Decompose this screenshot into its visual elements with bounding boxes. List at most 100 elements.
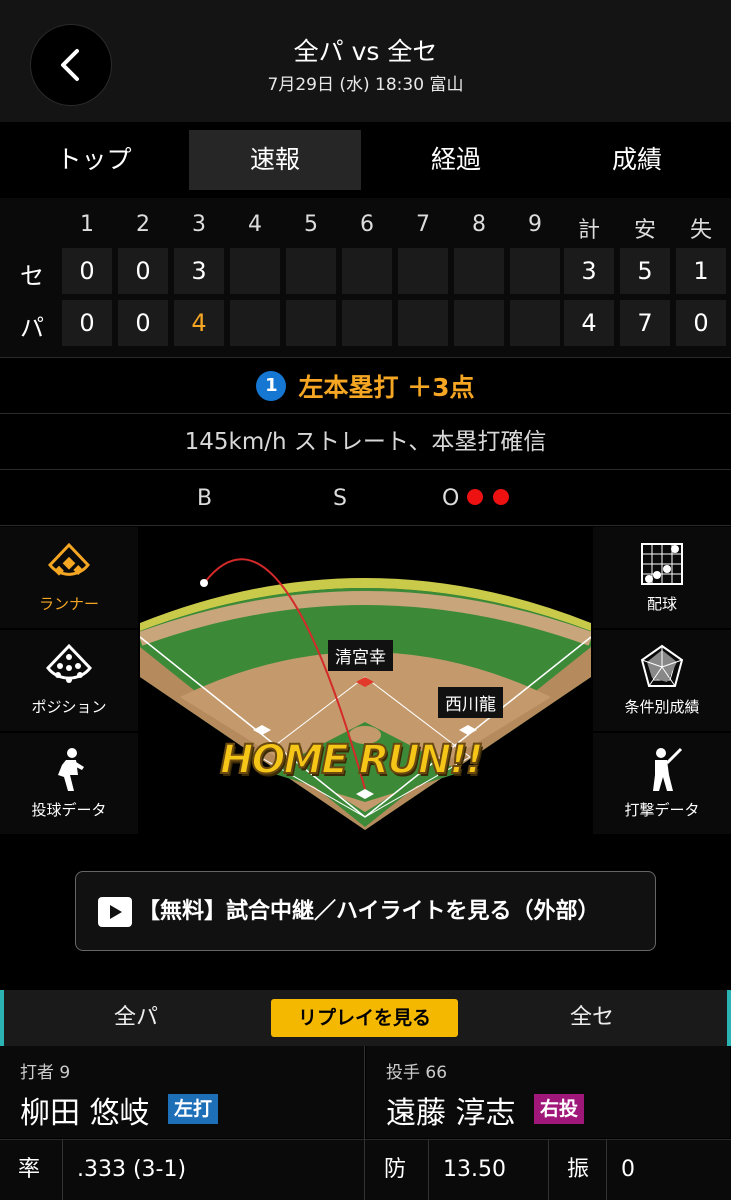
pitcher-so-value: 0 <box>606 1139 731 1200</box>
scoreboard-column-header: 2 <box>136 212 150 237</box>
scoreboard-cell: 0 <box>676 300 726 346</box>
game-header: 全パ vs 全セ 7月29日 (水) 18:30 富山 <box>0 0 731 122</box>
ball-label: B <box>197 486 213 511</box>
team-edge-right <box>727 990 731 1046</box>
scoreboard-cell: 0 <box>118 300 168 346</box>
scoreboard-column-header: 3 <box>192 212 206 237</box>
scoreboard-cell <box>454 248 504 294</box>
home-run-banner: HOME RUN!! <box>219 736 485 784</box>
watch-video-label: 【無料】試合中継／ハイライトを見る（外部） <box>138 899 600 924</box>
out-label: O <box>442 486 460 511</box>
scoreboard-cell <box>342 300 392 346</box>
scoreboard-column-header: 5 <box>304 212 318 237</box>
menu-split-stats-label: 条件別成績 <box>624 698 700 716</box>
scoreboard-cell <box>510 248 560 294</box>
scoreboard-column-header: 計 <box>577 218 600 243</box>
batter-stat-label: 率 <box>18 1157 41 1182</box>
tab-stats[interactable]: 成績 <box>551 130 723 190</box>
play-number-badge: 1 <box>256 371 287 401</box>
menu-position[interactable]: ポジション <box>0 630 138 731</box>
fielder-label: 清宮幸 <box>328 640 393 671</box>
baseball-field: 清宮幸 西川龍 HOME RUN!! <box>140 527 591 830</box>
menu-position-label: ポジション <box>31 698 107 716</box>
play-result: 1 左本塁打 ＋3点 <box>0 358 731 414</box>
play-description: 左本塁打 ＋3点 <box>298 373 475 402</box>
tab-progress[interactable]: 経過 <box>370 130 542 190</box>
batter-position: 打者 9 <box>20 1063 71 1083</box>
batter-name: 柳田 悠岐 <box>20 1096 150 1131</box>
scoreboard-cell: 1 <box>676 248 726 294</box>
pitcher-era-label: 防 <box>384 1157 407 1182</box>
menu-pitching-label: 投球データ <box>31 801 107 819</box>
position-field-icon <box>46 643 92 683</box>
team-ce-label[interactable]: 全セ <box>570 990 614 1046</box>
fielder-label: 西川龍 <box>438 687 503 718</box>
out-dot <box>493 489 509 505</box>
batter-panel[interactable]: 打者 9 柳田 悠岐 左打 <box>0 1046 364 1138</box>
team-pa-label[interactable]: 全パ <box>114 990 158 1046</box>
scoreboard-cell: 0 <box>118 248 168 294</box>
scoreboard-cell: 0 <box>62 248 112 294</box>
pitcher-name: 遠藤 淳志 <box>386 1096 516 1131</box>
scoreboard-cell <box>230 248 280 294</box>
menu-batting-data[interactable]: 打撃データ <box>593 733 731 834</box>
menu-pitch-sequence-label: 配球 <box>646 595 677 613</box>
scoreboard-cell <box>286 300 336 346</box>
page-title: 全パ vs 全セ <box>293 37 438 66</box>
menu-batting-label: 打撃データ <box>624 801 700 819</box>
scoreboard-column-header: 9 <box>528 212 542 237</box>
scoreboard-cell <box>286 248 336 294</box>
scoreboard-column-header: 7 <box>416 212 430 237</box>
ball-landing-point <box>200 579 208 587</box>
scoreboard-column-header: 4 <box>248 212 262 237</box>
scoreboard-cell: 7 <box>620 300 670 346</box>
batter-icon <box>653 747 683 791</box>
menu-split-stats[interactable]: 条件別成績 <box>593 630 731 731</box>
menu-runner-label: ランナー <box>38 595 99 613</box>
tab-bar: トップ 速報 経過 成績 <box>0 122 731 198</box>
scoreboard-cell: 5 <box>620 248 670 294</box>
scoreboard-cell <box>510 300 560 346</box>
panel-divider <box>364 1046 365 1200</box>
scoreboard-cell: 4 <box>174 300 224 346</box>
scoreboard-cell: 4 <box>564 300 614 346</box>
scoreboard: 123456789計安失セ003351パ004470 <box>0 198 731 358</box>
pitcher-era-value: 13.50 <box>428 1139 548 1200</box>
scoreboard-team-label: パ <box>20 314 44 342</box>
scoreboard-cell <box>454 300 504 346</box>
scoreboard-column-header: 安 <box>633 218 656 243</box>
team-bar: 全パ リプレイを見る 全セ <box>0 990 731 1046</box>
team-edge-left <box>0 990 4 1046</box>
scoreboard-column-header: 1 <box>80 212 94 237</box>
pitcher-panel[interactable]: 投手 66 遠藤 淳志 右投 <box>366 1046 730 1138</box>
pitcher-position: 投手 66 <box>386 1063 448 1083</box>
menu-pitch-sequence[interactable]: 配球 <box>593 527 731 628</box>
game-datetime: 7月29日 (水) 18:30 富山 <box>267 75 464 95</box>
pitch-info: 145km/h ストレート、本塁打確信 <box>0 414 731 470</box>
watch-video-button[interactable]: 【無料】試合中継／ハイライトを見る（外部） <box>75 871 656 951</box>
batter-hand-badge: 左打 <box>168 1094 219 1124</box>
scoreboard-cell: 3 <box>174 248 224 294</box>
tab-top[interactable]: トップ <box>8 130 180 190</box>
scoreboard-cell <box>398 300 448 346</box>
replay-button[interactable]: リプレイを見る <box>271 999 458 1037</box>
strike-label: S <box>333 486 347 511</box>
scoreboard-column-header: 8 <box>472 212 486 237</box>
scoreboard-cell <box>398 248 448 294</box>
radar-chart-icon <box>640 644 684 687</box>
play-icon <box>98 897 132 927</box>
scoreboard-cell <box>342 248 392 294</box>
menu-runner[interactable]: ランナー <box>0 527 138 628</box>
tab-live[interactable]: 速報 <box>189 130 361 190</box>
pitcher-so-label: 振 <box>548 1139 606 1200</box>
pitcher-hand-badge: 右投 <box>534 1094 585 1124</box>
scoreboard-column-header: 6 <box>360 212 374 237</box>
scoreboard-cell: 3 <box>564 248 614 294</box>
scoreboard-team-label: セ <box>20 262 44 290</box>
scoreboard-column-header: 失 <box>689 218 712 243</box>
pitch-grid-icon <box>641 543 683 585</box>
ball-count: B S O <box>0 470 731 526</box>
scoreboard-cell: 0 <box>62 300 112 346</box>
scoreboard-cell <box>230 300 280 346</box>
menu-pitching-data[interactable]: 投球データ <box>0 733 138 834</box>
